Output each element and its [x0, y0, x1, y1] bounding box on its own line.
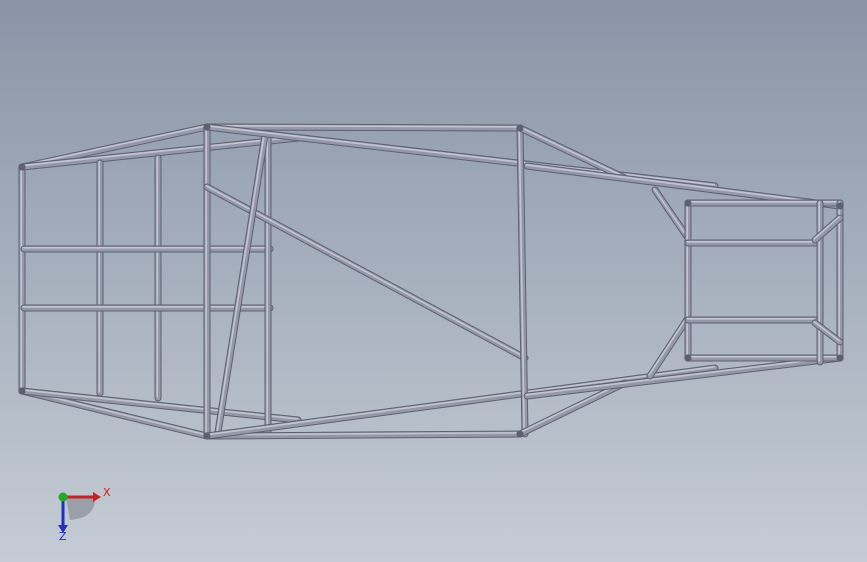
tube-joint: [203, 123, 211, 131]
frame-tube[interactable]: [203, 123, 211, 440]
frame-tube[interactable]: [836, 199, 844, 362]
x-axis-label: X: [103, 486, 111, 499]
tube-joint: [203, 432, 211, 440]
viewport-background: [0, 0, 867, 562]
frame-tube[interactable]: [18, 163, 26, 395]
frame-tube[interactable]: [264, 126, 272, 436]
frame-tube[interactable]: [20, 245, 274, 253]
frame-tube[interactable]: [203, 123, 524, 132]
z-axis-label: Z: [59, 530, 67, 543]
tube-joint: [684, 199, 692, 207]
model-viewport[interactable]: X Z: [0, 0, 867, 562]
tube-joint: [18, 387, 26, 395]
frame-tube[interactable]: [96, 159, 104, 397]
frame-tube[interactable]: [154, 154, 162, 402]
tube-joint: [836, 354, 844, 362]
y-axis-dot-icon: [58, 492, 68, 502]
frame-tube[interactable]: [684, 316, 819, 324]
frame-tube[interactable]: [684, 239, 819, 247]
tube-joint: [516, 430, 524, 438]
tube-joint: [836, 202, 844, 210]
tube-joint: [684, 354, 692, 362]
frame-tube[interactable]: [816, 199, 824, 366]
frame-tube[interactable]: [20, 304, 274, 312]
frame-tube[interactable]: [684, 199, 692, 362]
tube-joint: [516, 124, 524, 132]
tube-joint: [18, 163, 26, 171]
